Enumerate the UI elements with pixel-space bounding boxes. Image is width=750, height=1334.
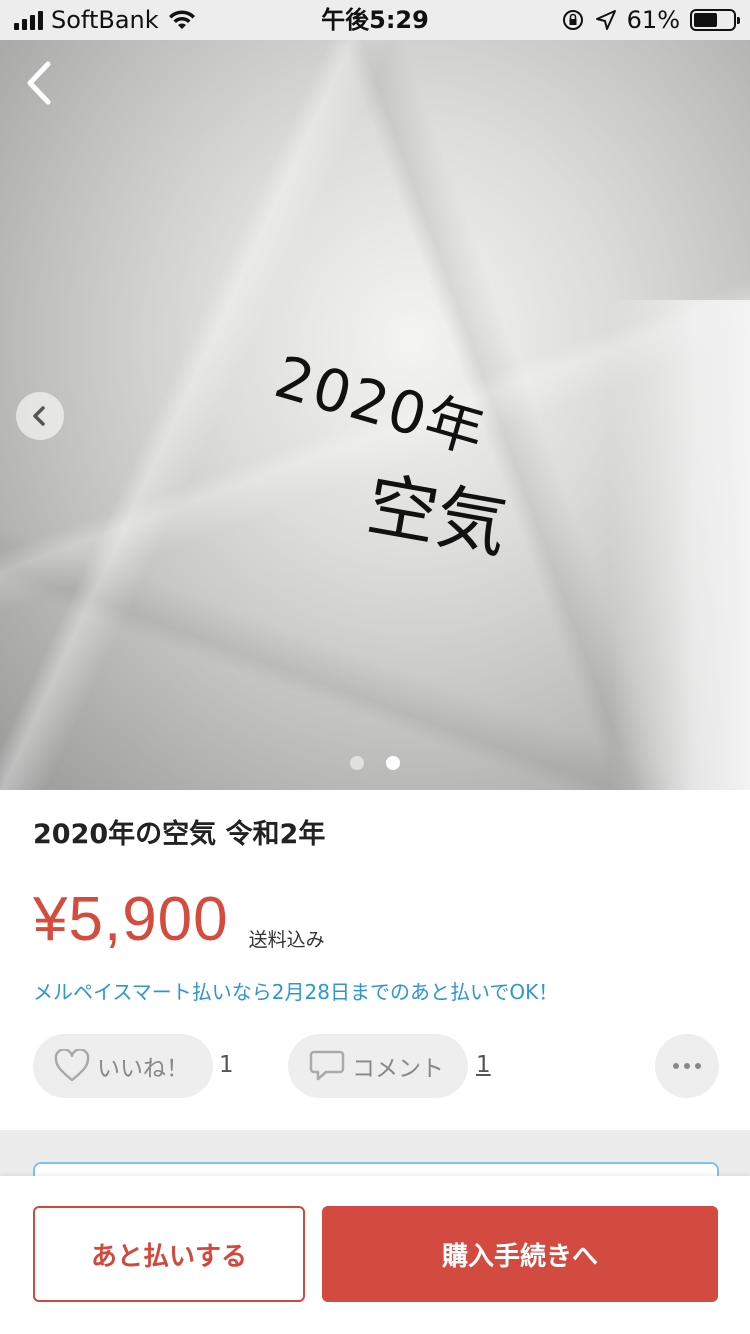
product-title: 2020年の空気 令和2年: [33, 819, 326, 850]
product-page: SoftBank 午後5:29 61% 2020年 空気 2020年の空気 令和…: [0, 0, 750, 1334]
like-button[interactable]: いいね！: [33, 1034, 213, 1098]
comment-count[interactable]: 1: [476, 1052, 491, 1078]
bottom-action-bar: あと払いする 購入手続きへ: [0, 1176, 750, 1334]
shipping-label: 送料込み: [248, 929, 325, 951]
price: ¥5,900: [33, 885, 229, 954]
status-bar-right: 61%: [561, 0, 740, 40]
battery-icon: [690, 9, 740, 31]
pager-dot[interactable]: [350, 756, 364, 770]
like-count: 1: [219, 1052, 234, 1078]
pager-dot-active[interactable]: [386, 756, 400, 770]
more-dot: [684, 1063, 690, 1069]
more-options-button[interactable]: [655, 1034, 719, 1098]
product-image[interactable]: 2020年 空気: [0, 40, 750, 790]
pay-later-button[interactable]: あと払いする: [33, 1206, 305, 1302]
purchase-button[interactable]: 購入手続きへ: [322, 1206, 718, 1302]
more-dot: [695, 1063, 701, 1069]
previous-image-button[interactable]: [16, 392, 64, 440]
handwriting-air: 空気: [360, 463, 514, 569]
handwritten-note: 2020年 空気: [268, 310, 550, 610]
chevron-left-icon: [27, 61, 51, 105]
like-label: いいね！: [97, 1056, 189, 1082]
battery-percent: 61%: [626, 6, 680, 34]
speech-bubble-icon: [309, 1050, 345, 1081]
price-row: ¥5,900 送料込み: [33, 884, 325, 956]
rotation-lock-icon: [562, 10, 583, 30]
heart-icon: [54, 1049, 90, 1082]
battery-fill: [694, 13, 718, 27]
image-pager-dots: [0, 756, 750, 770]
more-dot: [673, 1063, 679, 1069]
location-arrow-icon: [595, 10, 616, 30]
comment-label: コメント: [352, 1056, 444, 1082]
photo-background-edge: [610, 300, 750, 790]
chevron-left-icon: [33, 406, 45, 426]
status-bar: SoftBank 午後5:29 61%: [0, 0, 750, 40]
action-row: いいね！ 1 コメント 1: [33, 1034, 719, 1100]
comment-button[interactable]: コメント: [288, 1034, 468, 1098]
back-button[interactable]: [20, 58, 60, 108]
payment-promo-link[interactable]: メルペイスマート払いなら2月28日までのあと払いでOK！: [33, 976, 558, 1005]
